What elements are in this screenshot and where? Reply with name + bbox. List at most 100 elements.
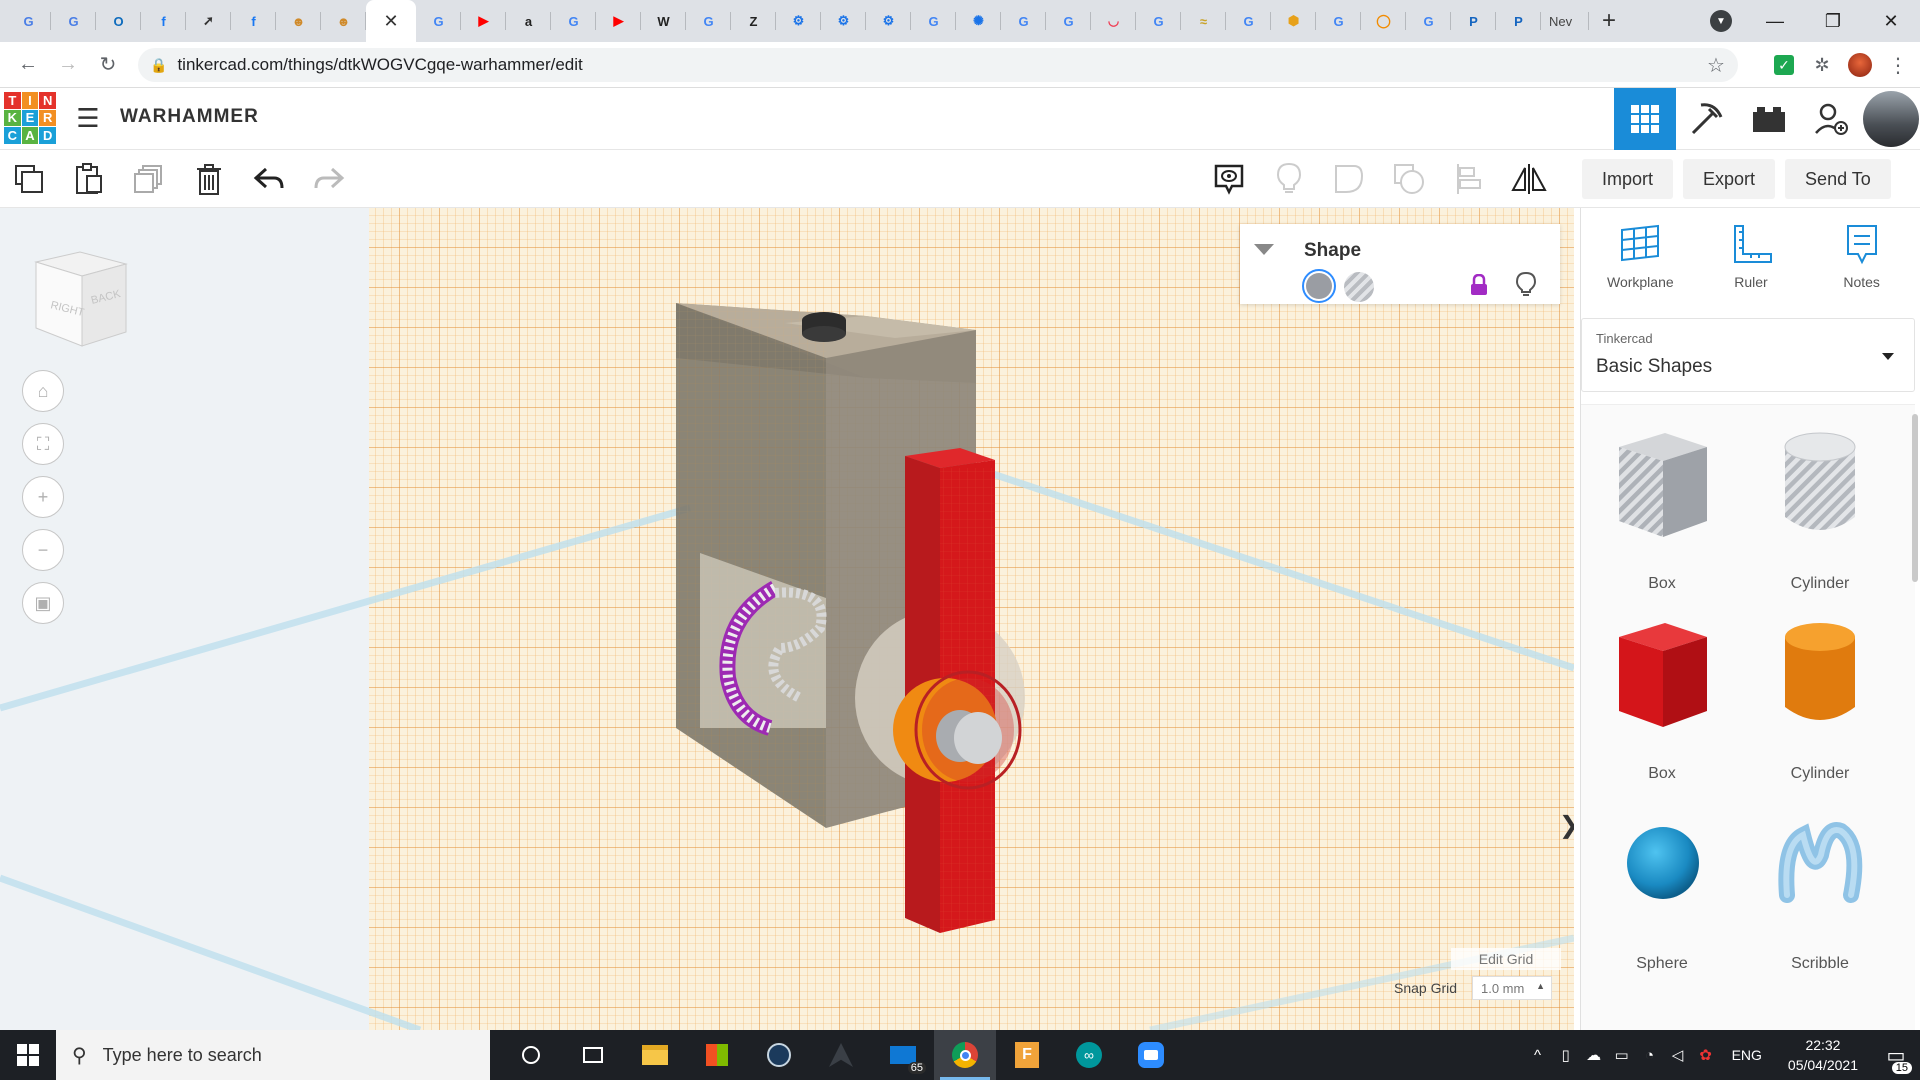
export-button[interactable]: Export bbox=[1683, 159, 1776, 199]
import-button[interactable]: Import bbox=[1582, 159, 1674, 199]
duplicate-icon[interactable] bbox=[130, 160, 168, 198]
browser-tab[interactable]: G bbox=[1316, 0, 1361, 42]
bookmark-star-icon[interactable]: ☆ bbox=[1704, 53, 1728, 77]
mail-icon[interactable]: 65 bbox=[872, 1030, 934, 1080]
shape-sphere[interactable]: Sphere bbox=[1587, 805, 1737, 985]
view-cube[interactable]: RIGHT BACK bbox=[28, 248, 132, 352]
close-window-icon[interactable]: ✕ bbox=[1862, 11, 1920, 32]
notes-tool[interactable]: Notes bbox=[1812, 222, 1912, 302]
solid-option[interactable] bbox=[1302, 269, 1336, 303]
workplane-scene[interactable] bbox=[0, 208, 1574, 1030]
redo-icon[interactable] bbox=[310, 160, 348, 198]
workplane-tool[interactable]: Workplane bbox=[1590, 222, 1690, 302]
browser-tab[interactable]: ⬢ bbox=[1271, 0, 1316, 42]
browser-tab[interactable]: a bbox=[506, 0, 551, 42]
browser-tab[interactable]: G bbox=[1046, 0, 1091, 42]
device-icon[interactable]: ▯ bbox=[1552, 1046, 1580, 1064]
browser-tab[interactable]: ≈ bbox=[1181, 0, 1226, 42]
browser-tab[interactable]: G bbox=[1136, 0, 1181, 42]
forward-icon[interactable]: → bbox=[50, 47, 86, 83]
back-icon[interactable]: ← bbox=[10, 47, 46, 83]
design-list-icon[interactable]: ☰ bbox=[74, 103, 102, 133]
notifications-icon[interactable]: ▭ 15 bbox=[1872, 1043, 1920, 1074]
close-tab-icon[interactable]: ✕ bbox=[383, 11, 398, 32]
shape-cylinder[interactable]: Cylinder bbox=[1745, 615, 1895, 795]
shapes-scrollbar[interactable] bbox=[1912, 414, 1918, 582]
lego-brick-icon[interactable] bbox=[1738, 88, 1800, 150]
zoom-in-icon[interactable]: + bbox=[22, 476, 64, 518]
onedrive-icon[interactable]: ☁ bbox=[1580, 1046, 1608, 1064]
new-tab-button[interactable]: + bbox=[1589, 0, 1629, 42]
extension-check-icon[interactable]: ✓ bbox=[1772, 53, 1796, 77]
browser-tab[interactable]: Z bbox=[731, 0, 776, 42]
hole-option[interactable] bbox=[1344, 272, 1374, 302]
ungroup-icon[interactable] bbox=[1390, 160, 1428, 198]
browser-tab[interactable]: O bbox=[96, 0, 141, 42]
shape-library-select[interactable]: Tinkercad Basic Shapes bbox=[1581, 318, 1915, 392]
browser-tab[interactable]: G bbox=[6, 0, 51, 42]
browser-tab[interactable]: P bbox=[1451, 0, 1496, 42]
browser-tab[interactable]: ☻ bbox=[276, 0, 321, 42]
clock[interactable]: 22:32 05/04/2021 bbox=[1774, 1035, 1872, 1075]
browser-tab[interactable]: G bbox=[51, 0, 96, 42]
browser-tab[interactable]: ➚ bbox=[186, 0, 231, 42]
reload-icon[interactable]: ↻ bbox=[90, 47, 126, 83]
language-indicator[interactable]: ENG bbox=[1720, 1047, 1774, 1063]
maximize-icon[interactable]: ❐ bbox=[1804, 11, 1862, 32]
steam-icon[interactable] bbox=[748, 1030, 810, 1080]
windows-start-icon[interactable] bbox=[0, 1030, 56, 1080]
browser-tab[interactable]: f bbox=[141, 0, 186, 42]
browser-tab[interactable]: ◯ bbox=[1361, 0, 1406, 42]
shape-scribble[interactable]: Scribble bbox=[1745, 805, 1895, 985]
browser-tab[interactable]: G bbox=[1226, 0, 1271, 42]
lightbulb-icon[interactable] bbox=[1270, 160, 1308, 198]
browser-tab[interactable]: f bbox=[231, 0, 276, 42]
collapse-panel-chevron-icon[interactable]: ❯ bbox=[1559, 800, 1574, 850]
cortana-icon[interactable] bbox=[500, 1030, 562, 1080]
browser-tab[interactable]: G bbox=[551, 0, 596, 42]
wifi-icon[interactable]: ◔ bbox=[1636, 1047, 1664, 1064]
browser-tab[interactable]: ✺ bbox=[956, 0, 1001, 42]
collapse-inspector-icon[interactable] bbox=[1254, 244, 1274, 255]
perspective-icon[interactable]: ▣ bbox=[22, 582, 64, 624]
lock-icon[interactable] bbox=[1470, 273, 1488, 301]
url-field[interactable]: 🔒 tinkercad.com/things/dtkWOGVCgqe-warha… bbox=[138, 48, 1738, 82]
edit-grid-button[interactable]: Edit Grid bbox=[1451, 948, 1561, 970]
mirror-icon[interactable] bbox=[1510, 160, 1548, 198]
extensions-puzzle-icon[interactable]: ✲ bbox=[1810, 53, 1834, 77]
browser-tab[interactable]: ▶ bbox=[596, 0, 641, 42]
notes-bubble-icon[interactable] bbox=[1210, 160, 1248, 198]
profile-avatar[interactable] bbox=[1848, 53, 1872, 77]
browser-tab[interactable]: G bbox=[911, 0, 956, 42]
browser-tab[interactable]: ⚙ bbox=[866, 0, 911, 42]
file-explorer-icon[interactable] bbox=[624, 1030, 686, 1080]
taskbar-search-field[interactable]: ⚲ Type here to search bbox=[56, 1030, 490, 1080]
fit-view-icon[interactable]: ⛶ bbox=[22, 423, 64, 465]
home-view-icon[interactable]: ⌂ bbox=[22, 370, 64, 412]
shape-box[interactable]: Box bbox=[1587, 615, 1737, 795]
design-title[interactable]: WARHAMMER bbox=[120, 106, 259, 128]
browser-tab[interactable]: G bbox=[1001, 0, 1046, 42]
zoom-out-icon[interactable]: − bbox=[22, 529, 64, 571]
blocks-pickaxe-icon[interactable] bbox=[1676, 88, 1738, 150]
visibility-bulb-icon[interactable] bbox=[1515, 271, 1537, 303]
send-to-button[interactable]: Send To bbox=[1785, 159, 1891, 199]
delete-icon[interactable] bbox=[190, 160, 228, 198]
browser-tab[interactable]: G bbox=[686, 0, 731, 42]
ruler-tool[interactable]: Ruler bbox=[1701, 222, 1801, 302]
shape-cylinder-hole[interactable]: Cylinder bbox=[1745, 425, 1895, 605]
align-icon[interactable] bbox=[1450, 160, 1488, 198]
chevron-up-icon[interactable]: ^ bbox=[1524, 1047, 1552, 1064]
tab-search-icon[interactable]: ▼ bbox=[1710, 10, 1732, 32]
snap-grid-select[interactable]: 1.0 mm ▲ bbox=[1472, 976, 1552, 1000]
add-user-icon[interactable] bbox=[1800, 88, 1862, 150]
3d-workspace[interactable]: RIGHT BACK ⌂ ⛶ + − ▣ Shape Edit Grid Sna… bbox=[0, 208, 1574, 1030]
browser-tab[interactable]: ▶ bbox=[461, 0, 506, 42]
browser-tab[interactable]: G bbox=[1406, 0, 1451, 42]
predator-icon[interactable] bbox=[810, 1030, 872, 1080]
browser-tab[interactable]: ⚙ bbox=[821, 0, 866, 42]
user-avatar[interactable] bbox=[1862, 88, 1920, 150]
browser-tab[interactable]: G bbox=[416, 0, 461, 42]
minimize-icon[interactable]: — bbox=[1746, 11, 1804, 32]
browser-tab[interactable]: ☻ bbox=[321, 0, 366, 42]
